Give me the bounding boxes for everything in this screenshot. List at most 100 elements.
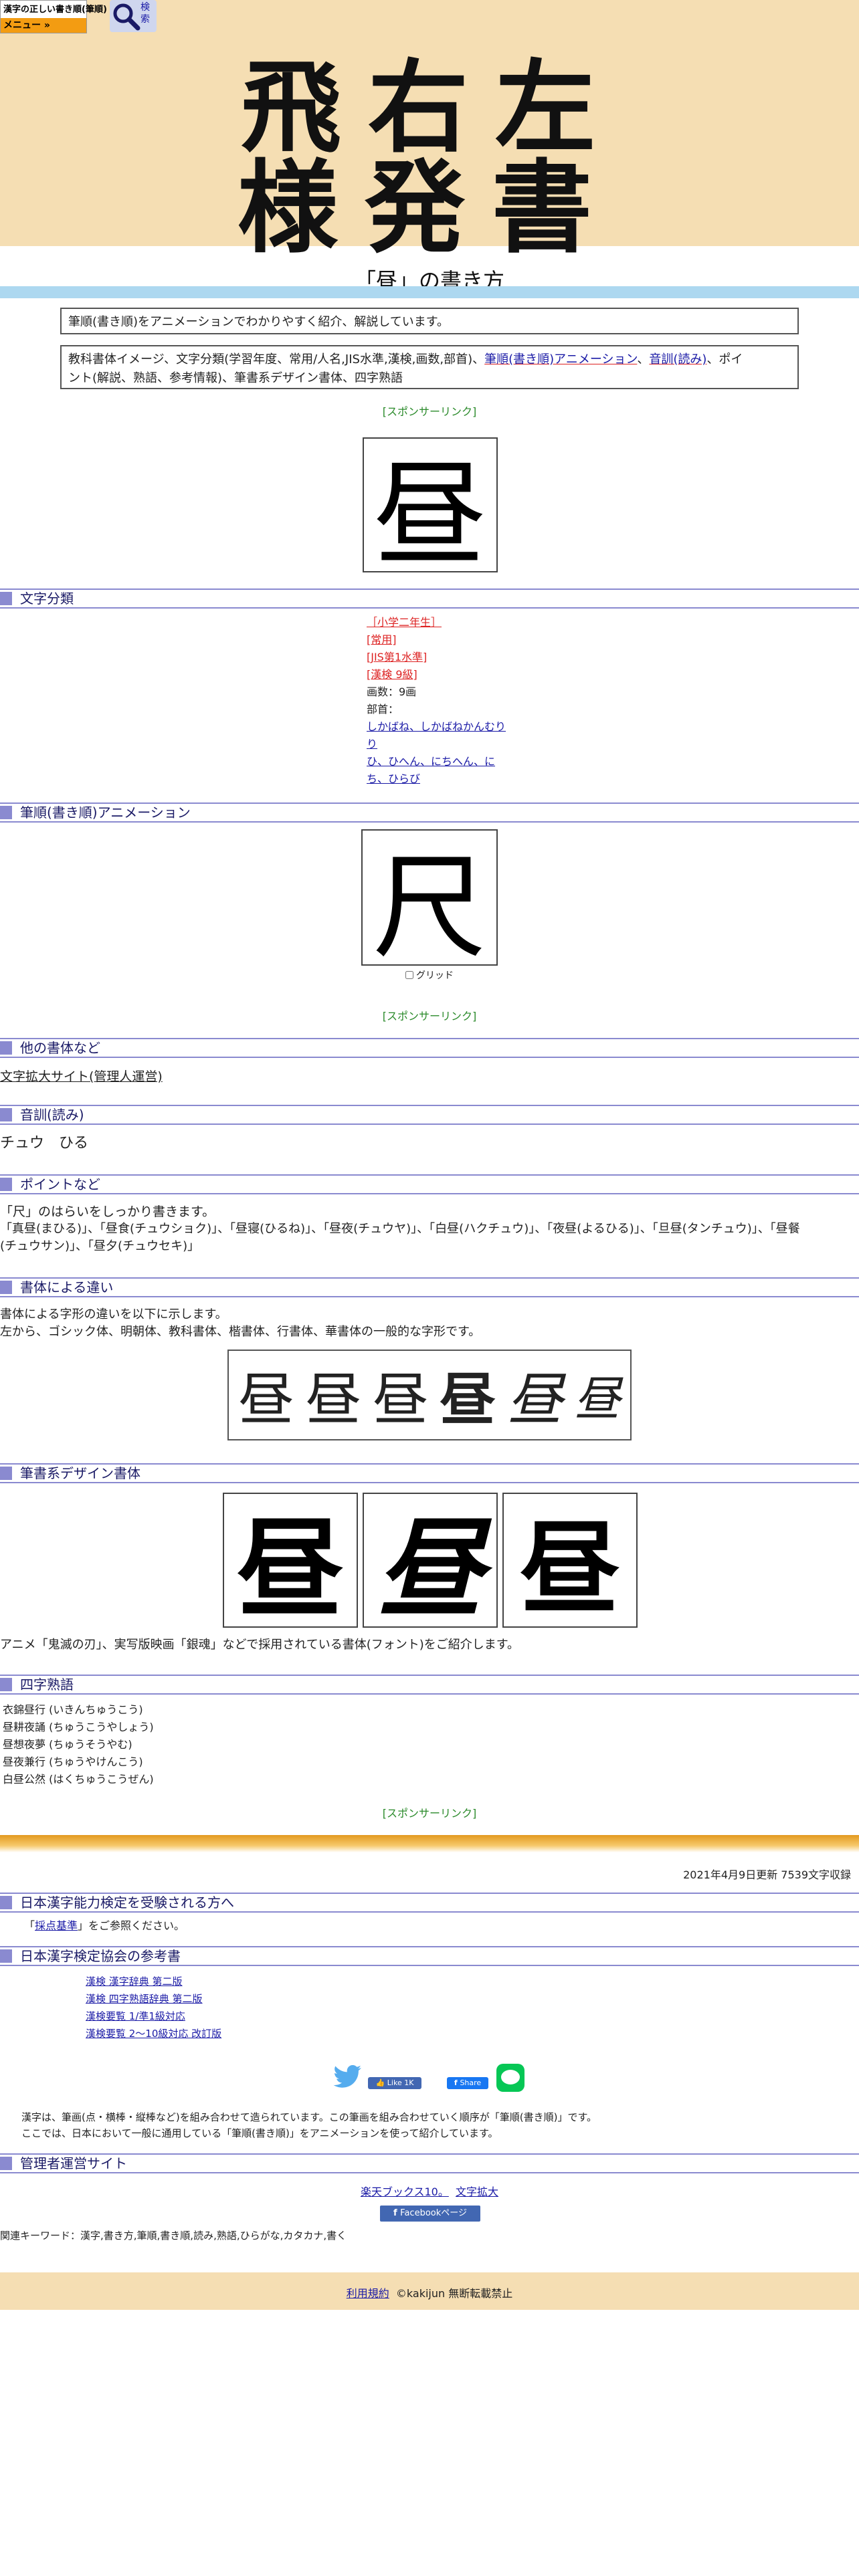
toc-sep: 、 [637,352,650,366]
twitter-icon[interactable] [333,2065,363,2089]
section-marker [0,806,12,819]
section-classification: 文字分類 [0,588,859,609]
font-sample-gothic: 昼 [238,1366,295,1432]
grid-toggle[interactable]: グリッド [405,968,454,982]
section-marker [0,2157,12,2170]
font-sample-kasho: 昼 [573,1371,621,1426]
kanken-link[interactable]: [漢検 9級] [367,668,417,681]
list-item: 昼夜兼行 (ちゅうやけんこう) [3,1755,143,1768]
line-share-button[interactable] [496,2064,524,2092]
brush-sample-3[interactable]: 昼 [502,1493,638,1628]
section-title: 文字分類 [20,591,74,607]
section-title: 管理者運営サイト [20,2155,127,2171]
main-kanji: 昼 [373,449,487,582]
facebook-page-button[interactable]: f Facebookページ [380,2206,480,2222]
section-admin: 管理者運営サイト [0,2153,859,2173]
brush-sample-2[interactable]: 昼 [363,1493,498,1632]
grade-link[interactable]: ［小学二年生］ [367,616,442,629]
fb-like-button[interactable]: 👍 Like 1K [368,2077,421,2089]
section-title: ポイントなど [20,1176,100,1192]
points-line1: 「尺」のはらいをしっかり書きます。 [0,1204,215,1219]
classification-info: ［小学二年生］ [常用] [JIS第1水準] [漢検 9級] 画数：9画 部首：… [367,614,506,788]
search-icon [113,3,140,31]
toc-suffix: 、ポイ [706,352,743,366]
kentei-note: 「採点基準」をご参照ください。 [24,1917,185,1933]
description-line2: ここでは、日本において一般に通用している「筆順(書き順)」をアニメーションを使っ… [21,2127,498,2139]
title-band [0,286,859,298]
search-button[interactable]: 検索 [110,0,157,32]
stroke-animation: 尺 [361,829,498,974]
description-line1: 漢字は、筆画(点・横棒・縦棒など)を組み合わせて造られています。この筆画を組み合… [21,2111,597,2123]
jis-link[interactable]: [JIS第1水準] [367,651,427,663]
site-menu-button[interactable]: 漢字の正しい書き順(筆順) メニュー » [0,0,107,33]
toc-link-reading[interactable]: 音訓(読み) [649,352,706,366]
update-info: 2021年4月9日更新 7539文字収録 [683,1868,851,1881]
header: 漢字の正しい書き順(筆順) メニュー » 検索 飛右左 様発書 [0,0,859,267]
toc-line2: ント(解説、熟語、参考情報)、筆書系デザイン書体、四字熟語 [68,371,403,385]
section-title: 筆順(書き順)アニメーション [20,804,191,821]
yoji-list: 衣錦昼行 (いきんちゅうこう) 昼耕夜誦 (ちゅうこうやしょう) 昼想夜夢 (ち… [3,1701,154,1788]
fb-page-label: Facebookページ [400,2208,467,2218]
font-sample-mincho: 昼 [305,1366,362,1432]
font-samples-box: 昼 昼 昼 昼 昼 昼 [227,1350,632,1440]
section-marker [0,1041,12,1055]
font-sample-kaisho: 昼 [440,1366,496,1432]
list-item: 昼想夜夢 (ちゅうそうやむ) [3,1738,132,1751]
points-line3: (チュウサン)」、「昼夕(チュウセキ)」 [0,1239,200,1253]
scoring-link[interactable]: 採点基準 [35,1919,78,1932]
reading-text: チュウ ひる [0,1135,89,1152]
thumbs-up-icon: 👍 [375,2078,387,2087]
keywords: 関連キーワード：漢字,書き方,筆順,書き順,読み,熟語,ひらがな,カタカナ,書く [0,2230,347,2242]
facebook-icon: f [393,2208,401,2218]
main-kanji-image: 昼 [363,437,498,582]
section-marker [0,1949,12,1963]
zoom-link[interactable]: 文字拡大 [456,2185,498,2198]
section-brush-fonts: 筆書系デザイン書体 [0,1463,859,1483]
zoom-site-link[interactable]: 文字拡大サイト(管理人運営) [0,1067,163,1086]
intro-box: 筆順(書き順)をアニメーションでわかりやすく紹介、解説しています。 [60,308,799,334]
ref-link[interactable]: 漢検要覧 2～10級対応 改訂版 [86,2028,221,2040]
sponsor-label: [スポンサーリンク] [382,1807,477,1820]
section-points: ポイントなど [0,1174,859,1194]
kentei-prefix: 「 [24,1919,35,1932]
list-item: 衣錦昼行 (いきんちゅうこう) [3,1703,143,1716]
list-item: 白昼公然 (はくちゅうこうぜん) [3,1773,154,1786]
font-sample-gyosho: 昼 [506,1366,563,1432]
search-label: 検索 [140,2,150,25]
sponsor-label: [スポンサーリンク] [382,1010,477,1023]
ref-link[interactable]: 漢検要覧 1/準1級対応 [86,2010,185,2022]
share-label: Share [460,2078,482,2087]
font-diff-line2: 左から、ゴシック体、明朝体、教科書体、楷書体、行書体、華書体の一般的な字形です。 [0,1325,481,1339]
ref-link[interactable]: 漢検 四字熟語辞典 第二版 [86,1993,203,2005]
radical-link-2[interactable]: ひ、ひへん、にちへん、に ち、ひらび [367,755,495,785]
grid-checkbox[interactable] [405,971,413,979]
section-marker [0,1108,12,1121]
joyo-link[interactable]: [常用] [367,633,397,646]
section-font-diff: 書体による違い [0,1277,859,1297]
toc-link-animation[interactable]: 筆順(書き順)アニメーション [484,352,637,366]
line-icon [501,2070,520,2084]
sponsor-label: [スポンサーリンク] [382,405,477,418]
terms-link[interactable]: 利用規約 [347,2287,389,2300]
like-label: Like 1K [387,2078,414,2087]
kentei-suffix: 」をご参照ください。 [78,1919,185,1932]
ref-link[interactable]: 漢検 漢字辞典 第二版 [86,1975,183,1988]
admin-links: 楽天ブックス10。 文字拡大 [0,2183,859,2199]
radical-link-1[interactable]: しかばね、しかばねかんむりり [367,720,506,750]
section-yoji: 四字熟語 [0,1675,859,1695]
rakuten-link[interactable]: 楽天ブックス10。 [361,2185,449,2198]
section-marker [0,592,12,605]
section-marker [0,1281,12,1294]
animation-char: 尺 [372,842,486,974]
strokes: 画数：9画 [367,685,417,698]
list-item: 昼耕夜誦 (ちゅうこうやしょう) [3,1721,154,1733]
grid-label: グリッド [416,970,454,981]
radical-label: 部首： [367,703,399,716]
title-glyphs-row2: 様発書 [237,149,619,267]
section-kentei-refs: 日本漢字検定協会の参考書 [0,1946,859,1966]
brush-sample-1[interactable]: 昼 [223,1493,358,1632]
copyright: ©kakijun 無断転載禁止 [395,2287,513,2300]
fb-share-button[interactable]: f Share [447,2077,488,2089]
section-title: 筆書系デザイン書体 [20,1465,140,1481]
toc-prefix: 教科書体イメージ、文字分類(学習年度、常用/人名,JIS水準,漢検,画数,部首)… [68,352,485,366]
